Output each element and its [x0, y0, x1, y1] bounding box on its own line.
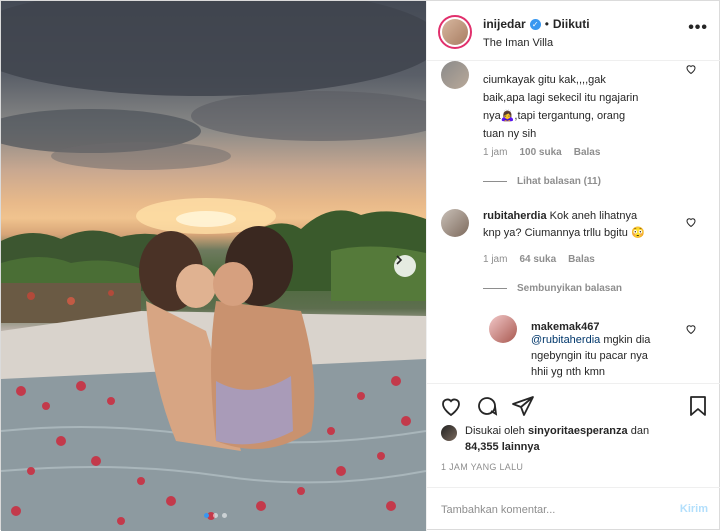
comment-text: Kok aneh lihatnya	[549, 210, 638, 222]
comment-time: 1 jam	[483, 254, 508, 265]
comment-meta: 1 jam 100 suka Balas	[483, 147, 600, 158]
author-username[interactable]: inijedar	[483, 17, 526, 31]
carousel-dot	[213, 513, 218, 518]
hide-replies-label: Sembunyikan balasan	[517, 283, 623, 294]
liker-username[interactable]: sinyoritaesperanza	[528, 425, 628, 437]
comment-input[interactable]	[441, 500, 661, 520]
send-comment-button[interactable]: Kirim	[680, 503, 708, 515]
commenter-avatar[interactable]	[441, 61, 469, 89]
comment-likes[interactable]: 64 suka	[519, 254, 556, 265]
likes-prefix: Disukai oleh	[465, 425, 525, 437]
next-image-button[interactable]	[394, 255, 416, 277]
mention-link[interactable]: @rubitaherdia	[531, 334, 600, 346]
post-side-panel: inijedar ✓ • Diikuti The Iman Villa ••• …	[426, 1, 720, 531]
post-timestamp[interactable]: 1 JAM YANG LALU	[441, 462, 523, 472]
likes-and: dan	[630, 425, 650, 437]
comment-line: tuan ny sih	[483, 128, 537, 140]
comment-line: nya🙇‍♀️,tapi tergantung, orang	[483, 110, 626, 122]
comment-icon[interactable]	[475, 394, 499, 418]
reply-line: @rubitaherdia mgkin dia	[531, 332, 650, 348]
follow-status[interactable]: Diikuti	[553, 17, 590, 31]
comment-line: rubitaherdia Kok aneh lihatnya	[483, 208, 637, 224]
post-actions	[427, 383, 720, 425]
comment-heart-icon[interactable]	[685, 216, 697, 228]
comment-heart-icon[interactable]	[685, 323, 697, 335]
share-icon[interactable]	[511, 394, 535, 418]
header-separator: •	[544, 17, 549, 31]
post-photo[interactable]	[1, 1, 426, 531]
reply-line: hhii yg nth kmn	[531, 366, 605, 378]
carousel-indicator	[204, 513, 227, 518]
view-replies-button[interactable]: Lihat balasan (11)	[483, 176, 601, 187]
comment-time: 1 jam	[483, 147, 508, 158]
comment-line: ciumkayak gitu kak,,,,gak	[483, 74, 606, 86]
view-replies-label: Lihat balasan (11)	[517, 176, 601, 187]
post-modal: inijedar ✓ • Diikuti The Iman Villa ••• …	[0, 0, 720, 531]
reply-line: ngebyngin itu pacar nya	[531, 350, 648, 362]
likes-count[interactable]: 84,355	[465, 441, 499, 453]
post-header: inijedar ✓ • Diikuti The Iman Villa •••	[427, 1, 720, 61]
chevron-right-icon	[396, 255, 403, 265]
author-line: inijedar ✓ • Diikuti	[483, 17, 590, 31]
likes-suffix[interactable]: lainnya	[502, 441, 540, 453]
commenter-avatar[interactable]	[441, 209, 469, 237]
reply-button[interactable]: Balas	[574, 147, 601, 158]
post-location[interactable]: The Iman Villa	[483, 37, 553, 49]
comment-heart-icon[interactable]	[685, 63, 697, 75]
comment-line: knp ya? Ciumannya trllu bgitu 😳	[483, 227, 645, 239]
carousel-dot	[222, 513, 227, 518]
likes-text: Disukai oleh sinyoritaesperanza dan 84,3…	[465, 423, 705, 455]
commenter-avatar[interactable]	[489, 315, 517, 343]
comment-meta: 1 jam 64 suka Balas	[483, 254, 595, 265]
heart-icon[interactable]	[439, 394, 463, 418]
liker-avatar[interactable]	[441, 425, 457, 441]
commenter-username[interactable]: rubitaherdia	[483, 210, 547, 222]
verified-badge-icon: ✓	[529, 18, 541, 30]
comments-list: ciumkayak gitu kak,,,,gak baik,apa lagi …	[427, 61, 720, 383]
more-options-icon[interactable]: •••	[688, 20, 708, 36]
hide-replies-button[interactable]: Sembunyikan balasan	[483, 283, 622, 294]
reply-button[interactable]: Balas	[568, 254, 595, 265]
reply-text: mgkin dia	[600, 334, 651, 346]
author-avatar[interactable]	[438, 15, 472, 49]
carousel-dot	[204, 513, 209, 518]
comment-likes[interactable]: 100 suka	[519, 147, 561, 158]
bookmark-icon[interactable]	[686, 394, 710, 418]
comment-line: baik,apa lagi sekecil itu ngajarin	[483, 92, 639, 104]
add-comment-bar: Kirim	[427, 487, 720, 531]
photo-illustration	[1, 1, 426, 531]
